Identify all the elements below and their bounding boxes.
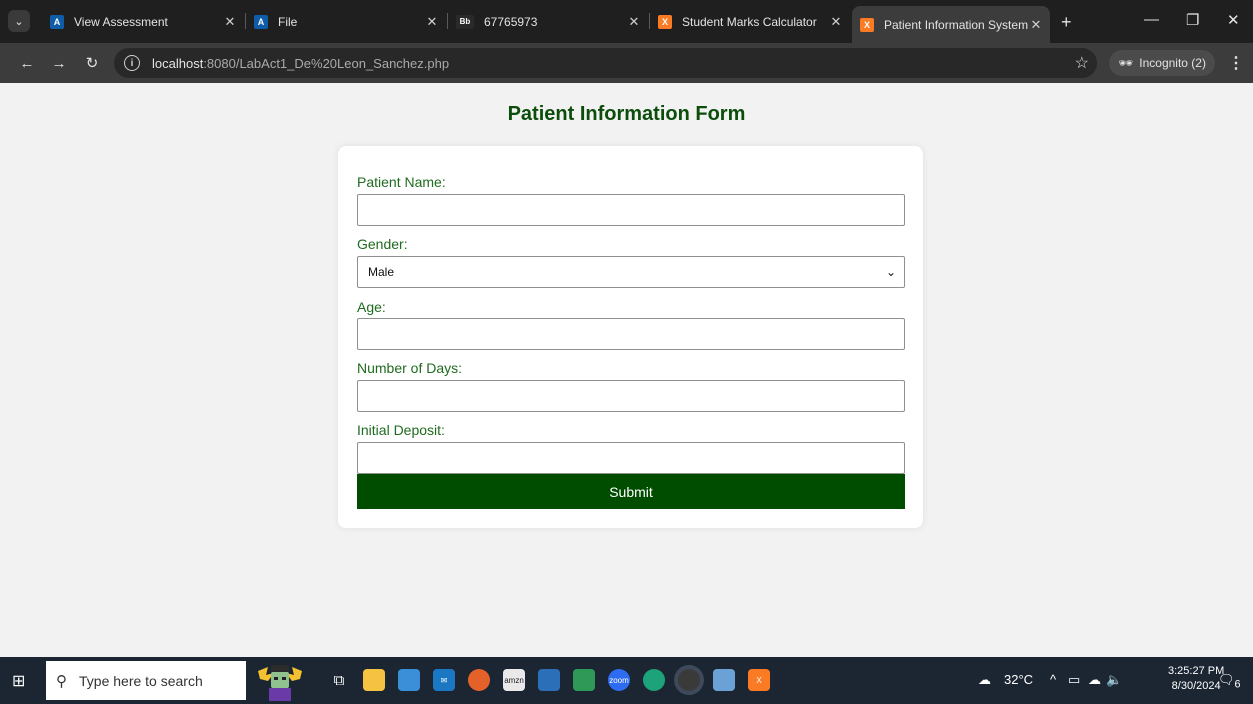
address-bar[interactable]: i localhost:8080/LabAct1_De%20Leon_Sanch… [114, 48, 1097, 78]
tab-close-icon[interactable]: ✕ [1028, 17, 1044, 33]
url-text[interactable]: localhost:8080/LabAct1_De%20Leon_Sanchez… [152, 56, 449, 71]
zoom-icon[interactable]: zoom [608, 669, 630, 691]
search-icon: ⚲ [56, 672, 67, 690]
mail-icon[interactable]: ✉ [433, 669, 455, 691]
incognito-label: Incognito (2) [1139, 56, 1206, 70]
browser-menu-icon[interactable]: ⋮ [1228, 53, 1244, 73]
back-arrow-icon[interactable]: ← [16, 52, 38, 74]
initial-deposit-input[interactable] [357, 442, 905, 474]
xampp-favicon-icon: X [860, 17, 874, 32]
xampp-favicon-icon: X [658, 14, 672, 29]
taskbar-search-box[interactable]: ⚲ Type here to search [46, 661, 246, 700]
tab-close-icon[interactable]: ✕ [424, 14, 440, 30]
network-icon[interactable]: ▭ [1068, 672, 1080, 688]
tab-search-chevron-icon[interactable]: ⌄ [8, 10, 30, 32]
url-path: :8080/LabAct1_De%20Leon_Sanchez.php [203, 56, 450, 71]
app-tablet-icon[interactable] [713, 669, 735, 691]
search-placeholder: Type here to search [79, 672, 203, 689]
browser-tab-strip: ⌄ A View Assessment ✕ A File ✕ Bb 677659… [0, 0, 1253, 43]
patient-name-label: Patient Name: [357, 174, 446, 190]
tab-67765973[interactable]: Bb 67765973 ✕ [448, 6, 648, 37]
speaker-muted-icon[interactable]: 🔈 [1106, 672, 1122, 688]
file-explorer-icon[interactable] [363, 669, 385, 691]
page-title: Patient Information Form [507, 103, 746, 125]
store-icon[interactable] [398, 669, 420, 691]
clock-time: 3:25:27 PM [1168, 665, 1225, 677]
tab-label: Patient Information System [884, 17, 1028, 32]
tab-patient-information-system[interactable]: X Patient Information System ✕ [852, 6, 1050, 43]
app-window-icon[interactable] [538, 669, 560, 691]
edge-icon[interactable] [643, 669, 665, 691]
reload-icon[interactable]: ↻ [81, 52, 103, 74]
amazon-icon[interactable]: amzn [503, 669, 525, 691]
tab-favicon-icon: A [254, 14, 268, 29]
number-of-days-input[interactable] [357, 380, 905, 412]
age-label: Age: [357, 299, 386, 315]
tab-favicon-icon: A [50, 14, 64, 29]
notification-count: 6 [1234, 678, 1241, 691]
app-game-icon[interactable] [573, 669, 595, 691]
restore-icon[interactable]: ❐ [1186, 11, 1199, 29]
chevron-down-icon: ⌄ [885, 265, 896, 279]
bookmark-star-icon[interactable]: ☆ [1075, 53, 1089, 73]
tab-label: File [278, 14, 298, 29]
search-highlight-mascot-icon[interactable] [256, 659, 304, 701]
gender-label: Gender: [357, 236, 408, 252]
forward-arrow-icon[interactable]: → [48, 52, 70, 74]
taskbar-clock[interactable]: 3:25:27 PM 8/30/2024 [1168, 664, 1224, 694]
patient-name-input[interactable] [357, 194, 905, 226]
tab-label: View Assessment [74, 14, 168, 29]
tab-close-icon[interactable]: ✕ [222, 14, 238, 30]
firefox-icon[interactable] [468, 669, 490, 691]
patient-form-card: Patient Name: Gender: Male ⌄ Age: Number… [338, 146, 923, 528]
new-tab-plus-icon[interactable]: + [1061, 12, 1072, 33]
tab-file[interactable]: A File ✕ [246, 6, 446, 37]
gender-select[interactable]: Male ⌄ [357, 256, 905, 288]
onedrive-icon[interactable]: ☁ [1088, 672, 1101, 688]
window-close-icon[interactable]: ✕ [1227, 11, 1240, 29]
submit-button[interactable]: Submit [357, 474, 905, 509]
tray-chevron-up-icon[interactable]: ^ [1050, 672, 1056, 687]
initial-deposit-label: Initial Deposit: [357, 422, 445, 438]
tab-close-icon[interactable]: ✕ [626, 14, 642, 30]
task-view-icon[interactable]: ⧉ [328, 669, 350, 691]
url-host: localhost [152, 56, 204, 71]
browser-toolbar: ← → ↻ i localhost:8080/LabAct1_De%20Leon… [0, 43, 1253, 83]
chrome-icon[interactable] [678, 669, 700, 691]
tab-label: 67765973 [484, 14, 538, 29]
minimize-icon[interactable]: — [1144, 11, 1159, 28]
windows-start-icon[interactable]: ⊞ [12, 671, 25, 691]
incognito-button[interactable]: 🕶 Incognito (2) [1109, 50, 1215, 76]
notification-icon[interactable]: 🗨6 [1218, 672, 1241, 691]
tab-label: Student Marks Calculator [682, 14, 817, 29]
windows-taskbar: ⊞ ⚲ Type here to search ⧉ ✉ amzn zoom X … [0, 657, 1253, 704]
weather-temp[interactable]: 32°C [1004, 672, 1033, 687]
clock-date: 8/30/2024 [1171, 680, 1221, 692]
tab-student-marks-calculator[interactable]: X Student Marks Calculator ✕ [650, 6, 850, 37]
incognito-icon: 🕶 [1118, 56, 1134, 70]
tab-view-assessment[interactable]: A View Assessment ✕ [42, 6, 244, 37]
age-input[interactable] [357, 318, 905, 350]
weather-icon[interactable]: ☁ [978, 672, 991, 688]
site-info-icon[interactable]: i [124, 55, 140, 71]
xampp-icon[interactable]: X [748, 669, 770, 691]
blackboard-favicon-icon: Bb [456, 14, 474, 29]
gender-selected-value: Male [368, 265, 395, 279]
tab-close-icon[interactable]: ✕ [828, 14, 844, 30]
number-of-days-label: Number of Days: [357, 360, 463, 376]
